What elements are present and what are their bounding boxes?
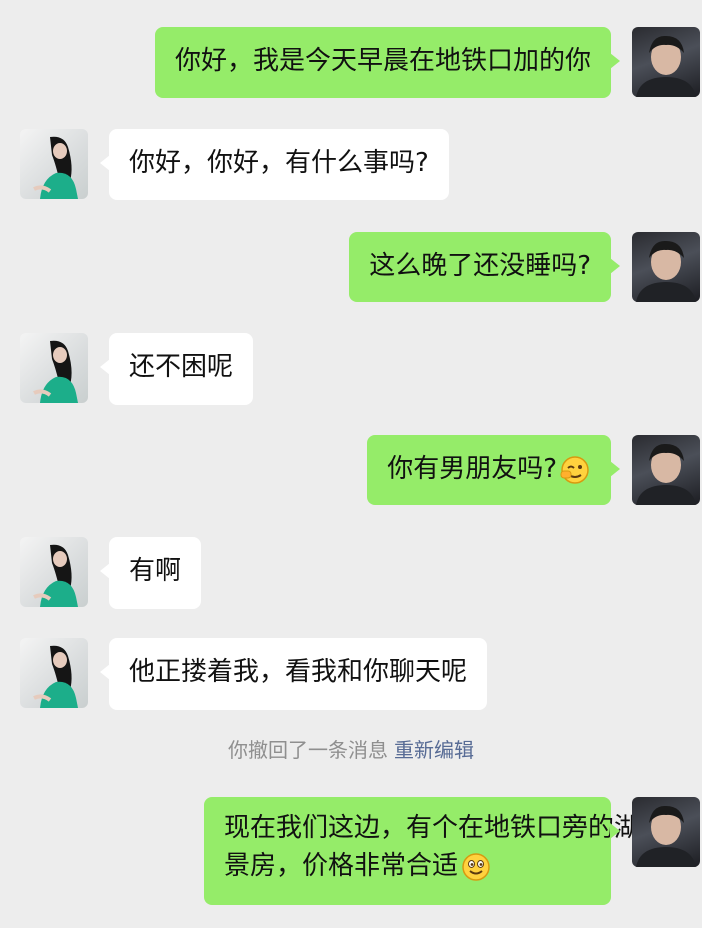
message-bubble-sent[interactable]: 这么晚了还没睡吗? xyxy=(349,232,620,302)
my-avatar[interactable] xyxy=(632,435,700,505)
message-text: 你有男朋友吗? xyxy=(387,454,557,484)
my-avatar[interactable] xyxy=(632,797,700,867)
recall-notice-text: 你撤回了一条消息 xyxy=(228,738,388,762)
message-text: 他正搂着我，看我和你聊天呢 xyxy=(129,657,468,687)
message-bubble-received[interactable]: 还不困呢 xyxy=(99,333,254,405)
smile-emoji xyxy=(460,851,492,883)
message-text-line1: 现在我们这边，有个在地铁口旁的湖 xyxy=(224,813,641,843)
message-bubble-received[interactable]: 你好，你好，有什么事吗? xyxy=(100,129,449,200)
my-avatar[interactable] xyxy=(632,232,700,302)
recall-notice: 你撤回了一条消息 重新编辑 xyxy=(0,734,702,763)
contact-avatar[interactable] xyxy=(20,333,88,403)
message-text: 有啊 xyxy=(129,556,182,586)
contact-avatar[interactable] xyxy=(20,129,88,199)
message-text-line2: 景房，价格非常合适 xyxy=(224,851,459,881)
message-text: 这么晚了还没睡吗? xyxy=(369,251,591,281)
message-bubble-sent[interactable]: 现在我们这边，有个在地铁口旁的湖 景房，价格非常合适 xyxy=(204,797,641,905)
message-bubble-sent[interactable]: 你有男朋友吗? xyxy=(367,435,620,505)
contact-avatar[interactable] xyxy=(20,638,88,708)
message-text: 你好，你好，有什么事吗? xyxy=(129,148,429,178)
message-bubble-received[interactable]: 有啊 xyxy=(99,537,202,609)
my-avatar[interactable] xyxy=(632,27,700,97)
message-text: 还不困呢 xyxy=(129,352,234,382)
message-bubble-sent[interactable]: 你好，我是今天早晨在地铁口加的你 xyxy=(154,27,621,98)
re-edit-link[interactable]: 重新编辑 xyxy=(394,738,474,762)
message-bubble-received[interactable]: 他正搂着我，看我和你聊天呢 xyxy=(99,638,488,710)
wink-hand-emoji xyxy=(559,454,591,486)
message-text: 你好，我是今天早晨在地铁口加的你 xyxy=(174,46,591,76)
contact-avatar[interactable] xyxy=(20,537,88,607)
